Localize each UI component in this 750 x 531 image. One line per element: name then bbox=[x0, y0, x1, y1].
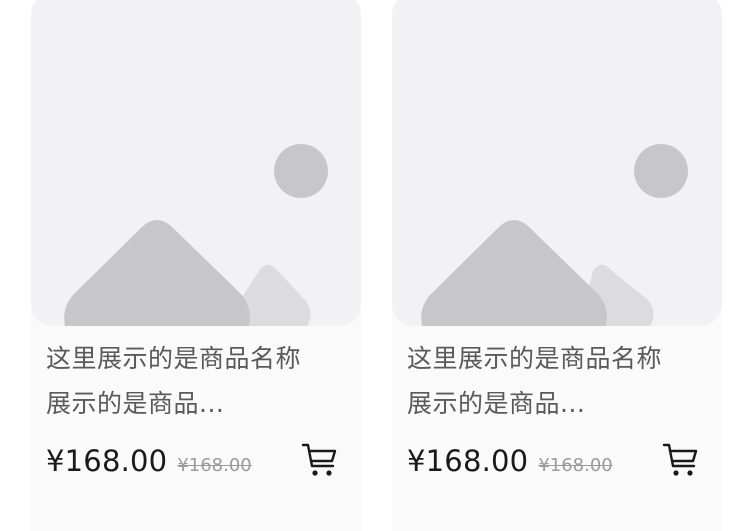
product-card[interactable]: 这里展示的是商品名称 展示的是商品... ¥168.00 ¥168.00 bbox=[31, 0, 361, 531]
price-row: ¥168.00 ¥168.00 bbox=[46, 444, 252, 484]
image-placeholder-icon bbox=[421, 144, 688, 326]
product-title-line-2: 展示的是商品... bbox=[46, 389, 225, 418]
current-price: ¥168.00 bbox=[46, 444, 168, 478]
cart-icon[interactable] bbox=[662, 442, 700, 478]
product-image-placeholder[interactable] bbox=[31, 0, 361, 326]
price-row: ¥168.00 ¥168.00 bbox=[407, 444, 613, 484]
product-card[interactable]: 这里展示的是商品名称 展示的是商品... ¥168.00 ¥168.00 bbox=[392, 0, 722, 531]
original-price: ¥168.00 bbox=[177, 455, 252, 476]
image-placeholder-icon bbox=[64, 144, 328, 326]
product-title-line-1: 这里展示的是商品名称 bbox=[46, 344, 302, 373]
product-title[interactable]: 这里展示的是商品名称 展示的是商品... bbox=[46, 336, 346, 426]
product-grid: 这里展示的是商品名称 展示的是商品... ¥168.00 ¥168.00 这里展… bbox=[0, 0, 750, 531]
current-price: ¥168.00 bbox=[407, 444, 529, 478]
product-title[interactable]: 这里展示的是商品名称 展示的是商品... bbox=[407, 336, 707, 426]
product-title-line-1: 这里展示的是商品名称 bbox=[407, 344, 663, 373]
product-title-line-2: 展示的是商品... bbox=[407, 389, 586, 418]
cart-icon[interactable] bbox=[301, 442, 339, 478]
original-price: ¥168.00 bbox=[538, 455, 613, 476]
product-image-placeholder[interactable] bbox=[392, 0, 722, 326]
